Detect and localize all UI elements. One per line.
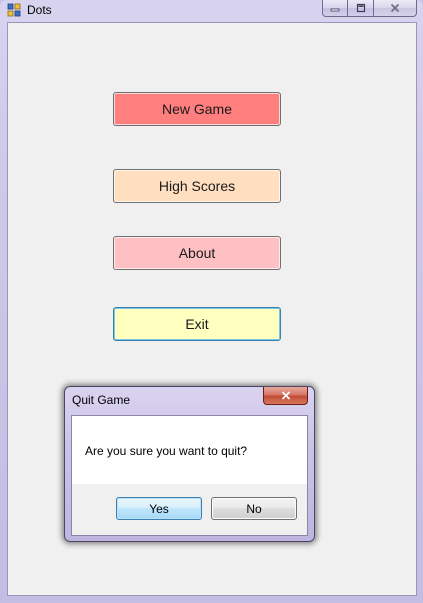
minimize-icon	[330, 8, 340, 12]
dialog-body: Are you sure you want to quit? Yes No	[71, 415, 308, 536]
quit-dialog: Quit Game Are you sure you want to quit?…	[64, 386, 315, 542]
new-game-button[interactable]: New Game	[113, 92, 281, 126]
window-title: Dots	[27, 3, 52, 17]
close-button[interactable]	[374, 0, 417, 17]
app-grid-icon	[7, 3, 21, 17]
maximize-button[interactable]	[348, 0, 374, 17]
dialog-message-panel: Are you sure you want to quit?	[72, 416, 307, 484]
no-button[interactable]: No	[211, 497, 297, 520]
exit-button[interactable]: Exit	[113, 307, 281, 341]
maximize-icon	[356, 3, 365, 13]
dialog-close-button[interactable]	[263, 387, 308, 405]
close-icon	[281, 391, 290, 400]
close-icon	[390, 3, 400, 13]
minimize-button[interactable]	[322, 0, 348, 17]
dialog-message: Are you sure you want to quit?	[85, 444, 248, 458]
title-bar[interactable]: Dots	[0, 0, 423, 22]
about-button[interactable]: About	[113, 236, 281, 270]
dialog-title: Quit Game	[72, 393, 131, 407]
caption-buttons	[322, 0, 417, 17]
high-scores-button[interactable]: High Scores	[113, 169, 281, 203]
yes-button[interactable]: Yes	[116, 497, 202, 520]
